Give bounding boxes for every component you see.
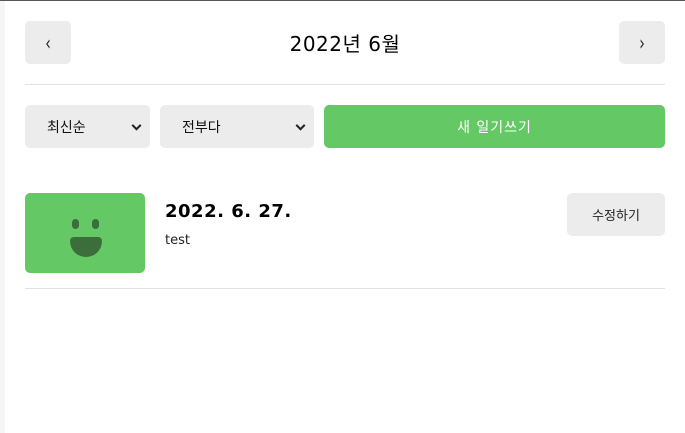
diary-app: ‹ 2022년 6월 › 최신순 전부다 새 일기쓰기 2022. 6. 27. — [5, 1, 685, 433]
sort-select-value: 최신순 — [47, 119, 86, 136]
diary-item: 2022. 6. 27. test 수정하기 — [25, 193, 665, 273]
diary-date: 2022. 6. 27. — [165, 201, 292, 222]
chevron-down-icon — [295, 120, 306, 131]
sort-select[interactable]: 최신순 — [25, 105, 150, 148]
chevron-right-icon: › — [639, 30, 645, 55]
list-controls: 최신순 전부다 새 일기쓰기 — [25, 105, 665, 148]
left-eye — [72, 219, 79, 229]
emotion-image[interactable] — [25, 193, 145, 273]
new-diary-button[interactable]: 새 일기쓰기 — [324, 105, 665, 148]
prev-month-button[interactable]: ‹ — [25, 21, 71, 64]
month-title: 2022년 6월 — [289, 32, 401, 56]
emotion-filter-select[interactable]: 전부다 — [160, 105, 314, 148]
month-header: ‹ 2022년 6월 › — [25, 21, 665, 64]
chevron-left-icon: ‹ — [45, 30, 51, 55]
edit-diary-button[interactable]: 수정하기 — [567, 193, 665, 236]
item-divider — [25, 288, 665, 289]
next-month-button[interactable]: › — [619, 21, 665, 64]
filter-select-value: 전부다 — [182, 119, 221, 136]
chevron-down-icon — [131, 120, 142, 131]
smile-mouth — [70, 237, 102, 257]
right-eye — [92, 219, 99, 229]
diary-content-preview: test — [165, 233, 190, 248]
header-divider — [25, 84, 665, 85]
